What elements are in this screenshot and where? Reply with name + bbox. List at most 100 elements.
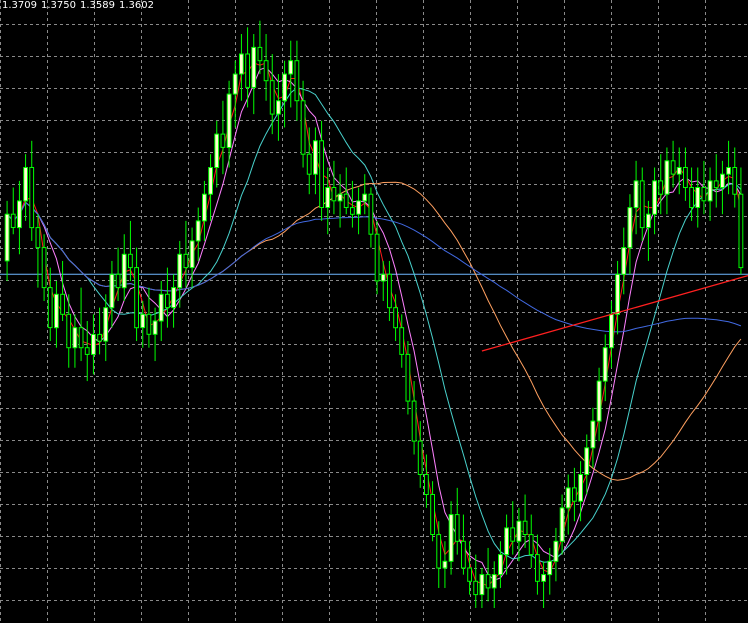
candle-bull [559,507,565,542]
ohlc-close: 1.3602 [119,0,154,11]
ohlc-readout: 1.3709 1.3750 1.3589 1.3602 [2,0,158,11]
candle-bear [220,133,226,148]
candle-bear [467,567,473,582]
candle-bear [257,46,263,62]
candle-bear [411,400,417,442]
candle-bear [430,494,436,535]
candle-bear [66,313,72,349]
candle-bull [103,307,109,342]
candle-bear [424,474,429,495]
candlestick-series [4,20,744,608]
candle-bull [504,527,510,556]
candle-bear [683,167,688,188]
ohlc-open: 1.3709 [2,0,37,11]
candle-bull [664,160,670,195]
candle-bull [584,447,590,475]
candle-bull [325,187,331,208]
candle-bull [627,207,633,249]
candle-bull [232,73,238,95]
candle-bull [337,193,343,202]
moving-average-lines [6,62,742,587]
candle-bear [368,193,374,235]
candle-bull [4,213,10,262]
candle-bull [276,100,281,115]
candle-bear [47,287,53,329]
candle-bear [29,167,35,229]
candle-bear [78,327,84,349]
candle-bull [208,167,213,195]
candle-bear [245,53,250,88]
candle-bull [479,574,485,596]
candle-bear [713,180,719,189]
candle-bull [646,213,651,228]
candle-bull [609,313,614,349]
candle-bull [195,220,201,242]
candle-bear [689,187,695,208]
candle-bear [528,534,534,556]
candle-bull [17,200,22,229]
candle-bear [165,293,170,309]
candle-bear [331,187,337,202]
candle-bear [269,80,275,115]
candle-bear [387,273,392,309]
candle-bull [578,474,584,502]
candle-bear [639,180,645,229]
candle-bull [707,180,713,202]
candle-bull [177,253,183,289]
candle-bear [461,540,466,569]
candle-bear [294,60,300,102]
candle-bull [356,200,362,215]
candle-bear [417,440,423,476]
candle-bull [202,193,207,222]
candle-bull [313,140,318,175]
candle-bull [652,180,658,215]
candle-bull [442,560,448,569]
candle-bull [590,420,596,449]
candle-bear [701,187,707,202]
ohlc-high: 1.3750 [41,0,76,11]
candle-bear [300,100,306,155]
candle-bull [380,273,386,282]
candle-bull [226,93,232,148]
candle-bull [621,247,627,275]
candle-bear [572,487,577,502]
candle-bull [596,380,602,422]
candle-bear [738,193,744,269]
price-chart [0,0,748,623]
candle-bull [23,167,29,202]
candle-bear [732,167,738,195]
candle-bear [436,534,442,569]
candle-bull [498,554,503,576]
candle-bear [60,293,66,315]
candle-bull [239,53,244,75]
candle-bull [158,293,164,322]
candle-bear [374,233,380,282]
candle-bear [97,333,102,342]
candle-bear [306,153,312,175]
candle-bear [454,514,460,542]
candle-bull [214,133,220,169]
candle-bull [491,574,497,589]
trendline-segment [481,275,748,352]
candle-bear [522,520,528,536]
candle-bear [41,247,47,289]
candle-bull [140,313,146,329]
candle-bear [343,193,349,208]
candle-bull [362,193,368,202]
candle-bull [602,347,608,382]
candle-bull [152,320,158,335]
candle-bear [510,527,516,542]
candle-bull [251,46,257,88]
candle-bull [516,520,522,542]
candle-bear [319,140,325,208]
candle-bear [535,554,540,582]
candle-bear [10,213,16,228]
candle-bear [405,353,411,402]
candle-bull [72,327,78,349]
candle-bull [109,273,115,309]
candle-bear [658,180,664,195]
candle-bull [121,253,127,289]
candle-bull [54,293,59,329]
candle-bull [91,333,96,355]
candle-bear [670,160,676,175]
